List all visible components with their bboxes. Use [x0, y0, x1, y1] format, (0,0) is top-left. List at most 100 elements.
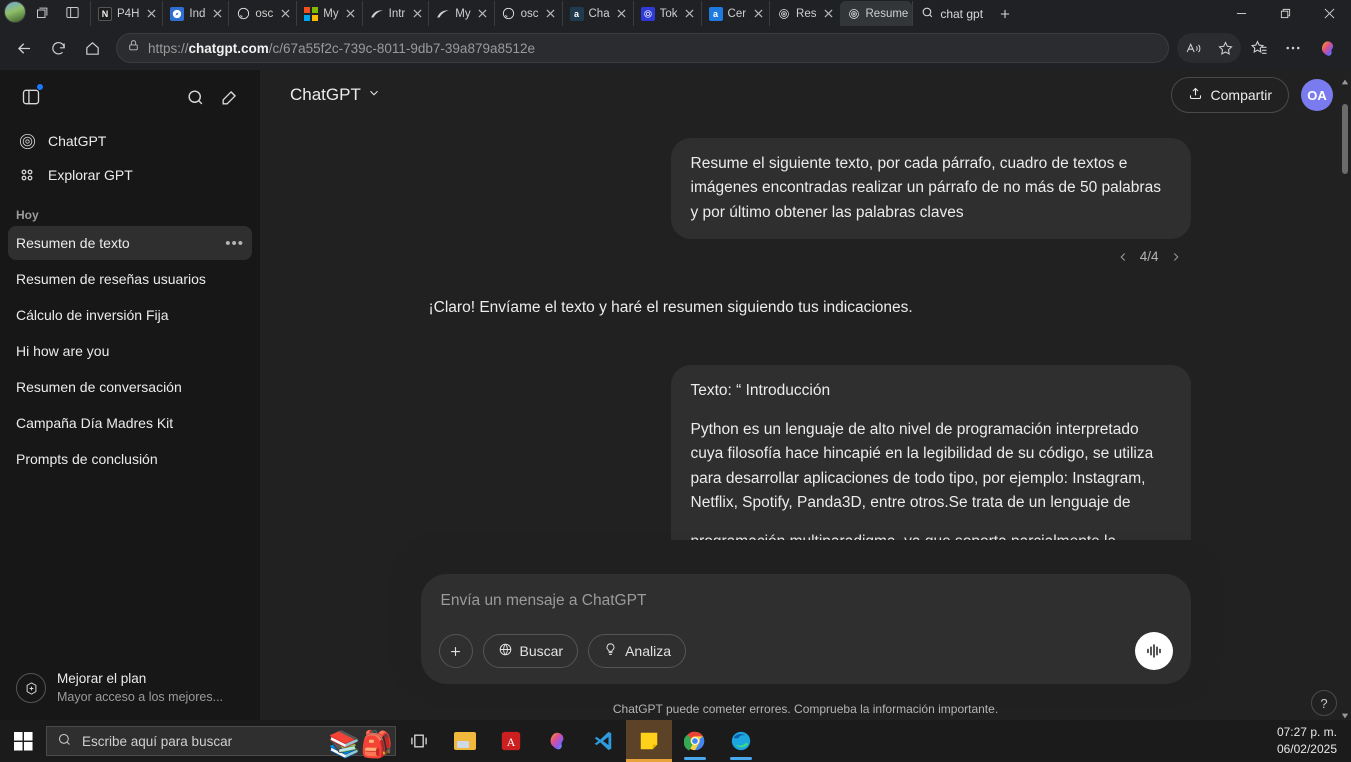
- new-chat-icon[interactable]: [214, 82, 244, 112]
- close-icon[interactable]: [544, 7, 558, 21]
- start-button-icon[interactable]: [0, 720, 46, 762]
- add-favorite-icon[interactable]: [1209, 32, 1241, 64]
- sidebar-chat-item[interactable]: Hi how are you: [8, 334, 252, 368]
- sidebar-item-explore-gpt[interactable]: Explorar GPT: [8, 158, 252, 192]
- composer-box[interactable]: Envía un mensaje a ChatGPT Buscar Analiz…: [420, 574, 1191, 684]
- close-icon[interactable]: [822, 7, 836, 21]
- message-input[interactable]: Envía un mensaje a ChatGPT: [439, 590, 1173, 632]
- close-icon[interactable]: [144, 7, 158, 21]
- browser-tab[interactable]: osc: [228, 1, 296, 26]
- assistant-message: ¡Claro! Envíame el texto y haré el resum…: [428, 299, 913, 317]
- taskbar-clock[interactable]: 07:27 p. m. 06/02/2025: [1277, 724, 1351, 759]
- sidebar-chat-item[interactable]: Resumen de conversación: [8, 370, 252, 404]
- search-chip[interactable]: Buscar: [482, 634, 579, 668]
- tab-strip-left-controls: [0, 0, 90, 26]
- model-selector[interactable]: ChatGPT: [282, 80, 389, 110]
- tab-title: My: [323, 7, 339, 20]
- scrollbar-down-icon[interactable]: [1341, 712, 1349, 720]
- minimize-icon[interactable]: [1219, 0, 1263, 26]
- address-search-field[interactable]: chat gpt: [912, 1, 991, 26]
- favorites-list-icon[interactable]: [1243, 32, 1275, 64]
- sidebar-item-chatgpt[interactable]: ChatGPT: [8, 124, 252, 158]
- sidebar-chat-item[interactable]: Campaña Día Madres Kit: [8, 406, 252, 440]
- close-icon[interactable]: [344, 7, 358, 21]
- browser-tab[interactable]: a Cer: [700, 1, 770, 26]
- sidebar-chat-item[interactable]: Prompts de conclusión: [8, 442, 252, 476]
- browser-tab[interactable]: Índ: [162, 1, 228, 26]
- address-bar[interactable]: https://chatgpt.com/c/67a55f2c-739c-8011…: [116, 33, 1169, 63]
- tab-title: Res: [796, 7, 817, 20]
- google-chrome-icon[interactable]: [672, 720, 718, 762]
- close-icon[interactable]: [615, 7, 629, 21]
- browser-tab[interactable]: Tok: [632, 1, 701, 26]
- settings-more-icon[interactable]: [1277, 32, 1309, 64]
- chevron-left-icon[interactable]: [1116, 250, 1130, 264]
- close-icon[interactable]: [210, 7, 224, 21]
- tab-title: P4H: [117, 7, 140, 20]
- home-icon[interactable]: [76, 32, 108, 64]
- close-icon[interactable]: [683, 7, 697, 21]
- attach-button[interactable]: [438, 634, 473, 668]
- close-icon[interactable]: [1307, 0, 1351, 26]
- avatar[interactable]: OA: [1301, 79, 1333, 111]
- search-icon[interactable]: [180, 82, 210, 112]
- adobe-acrobat-icon[interactable]: A: [488, 720, 534, 762]
- chat-options-icon[interactable]: •••: [225, 235, 244, 252]
- browser-tab-active[interactable]: Resume: [839, 1, 913, 26]
- user-message-title: Texto: “ Introducción: [690, 382, 831, 400]
- file-explorer-icon[interactable]: [442, 720, 488, 762]
- browser-tab[interactable]: My: [428, 1, 493, 26]
- sidebar-chat-item[interactable]: Resumen de reseñas usuarios: [8, 262, 252, 296]
- microsoft-edge-icon[interactable]: [718, 720, 764, 762]
- close-icon[interactable]: [476, 7, 490, 21]
- browser-tab[interactable]: Res: [769, 1, 839, 26]
- close-icon[interactable]: [410, 7, 424, 21]
- browser-tab[interactable]: My: [296, 1, 361, 26]
- taskbar-search-input[interactable]: Escribe aquí para buscar 📚🎒: [46, 726, 396, 757]
- close-icon[interactable]: [278, 7, 292, 21]
- chatgpt-page: ChatGPT Explorar GPT Hoy Resumen de text…: [0, 70, 1351, 728]
- tab-title: Cha: [588, 7, 610, 20]
- chevron-right-icon[interactable]: [1169, 250, 1183, 264]
- sidebar-chat-item[interactable]: Cálculo de inversión Fija: [8, 298, 252, 332]
- analyze-chip[interactable]: Analiza: [588, 634, 686, 668]
- restore-icon[interactable]: [1263, 0, 1307, 26]
- sidebar-chat-label: Campaña Día Madres Kit: [16, 415, 174, 431]
- page-scrollbar[interactable]: [1339, 70, 1351, 728]
- upgrade-plan-button[interactable]: Mejorar el plan Mayor acceso a los mejor…: [10, 664, 250, 712]
- tab-collections-icon[interactable]: [28, 0, 56, 24]
- read-aloud-icon[interactable]: [1177, 32, 1209, 64]
- back-icon[interactable]: [8, 32, 40, 64]
- sidebar-chat-item-active[interactable]: Resumen de texto •••: [8, 226, 252, 260]
- notification-badge: [36, 83, 44, 91]
- microsoft-copilot-icon[interactable]: [534, 720, 580, 762]
- browser-tab[interactable]: N P4H: [90, 1, 162, 26]
- scrollbar-up-icon[interactable]: [1341, 78, 1349, 86]
- close-icon[interactable]: [751, 7, 765, 21]
- voice-waveform-icon[interactable]: [1134, 632, 1173, 670]
- browser-profile-avatar[interactable]: [4, 1, 26, 23]
- url-domain: chatgpt.com: [188, 40, 269, 56]
- task-view-icon[interactable]: [396, 720, 442, 762]
- browser-tab[interactable]: osc: [493, 1, 562, 26]
- copilot-icon[interactable]: [1311, 32, 1343, 64]
- sticky-notes-icon[interactable]: [626, 720, 672, 762]
- reload-icon[interactable]: [42, 32, 74, 64]
- toggle-sidebar-icon[interactable]: [16, 82, 46, 112]
- openai-icon: [847, 7, 861, 21]
- help-button[interactable]: ?: [1311, 690, 1337, 716]
- github-icon: [236, 7, 250, 21]
- share-button[interactable]: Compartir: [1170, 77, 1289, 113]
- browser-tab[interactable]: a Cha: [561, 1, 633, 26]
- main-content: ChatGPT Compartir OA Resume el siguiente: [260, 70, 1351, 728]
- github-icon: [502, 7, 516, 21]
- sidebar-header: [0, 70, 260, 120]
- search-chip-label: Buscar: [519, 643, 564, 659]
- browser-tab[interactable]: Intr: [361, 1, 429, 26]
- windows-taskbar: Escribe aquí para buscar 📚🎒 A 07:27 p. m…: [0, 720, 1351, 762]
- upgrade-subtitle: Mayor acceso a los mejores...: [57, 690, 224, 704]
- split-screen-icon[interactable]: [58, 0, 86, 24]
- visual-studio-code-icon[interactable]: [580, 720, 626, 762]
- new-tab-button[interactable]: [991, 1, 1019, 26]
- scrollbar-thumb[interactable]: [1342, 104, 1348, 174]
